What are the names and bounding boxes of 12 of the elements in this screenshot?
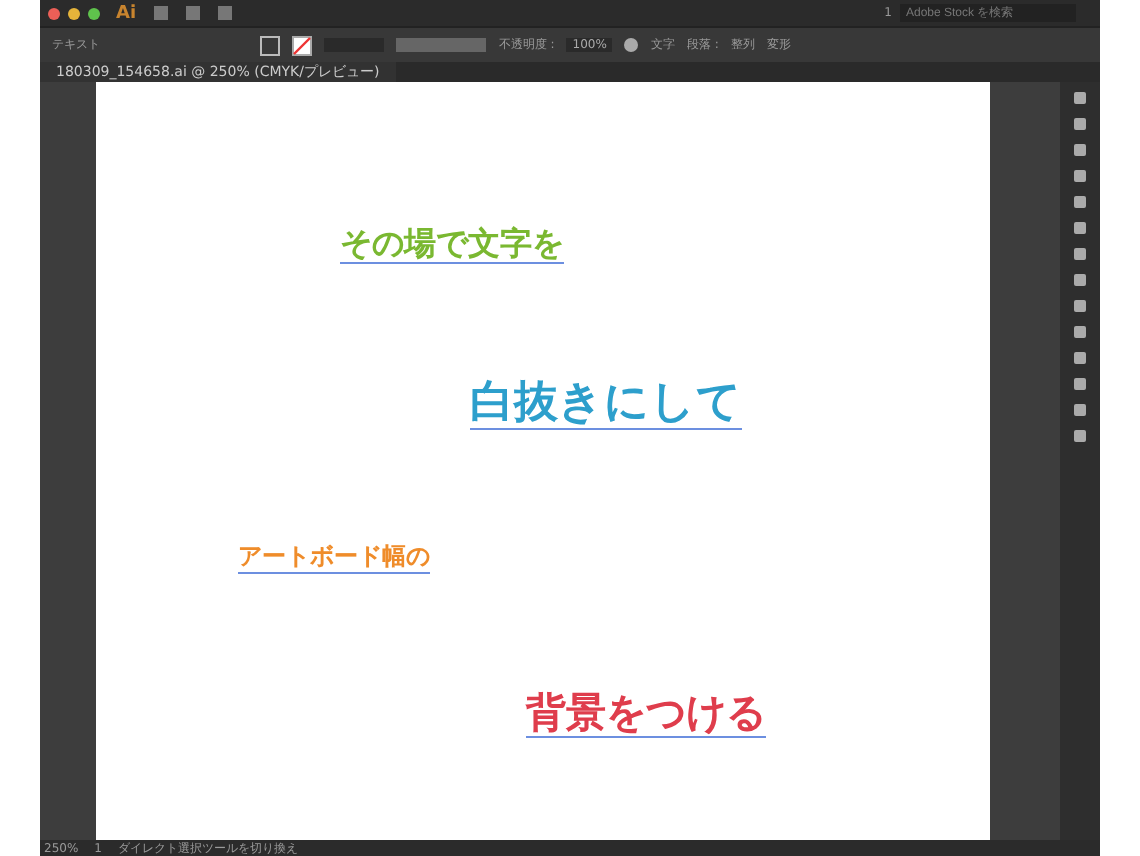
no-stroke-swatch-icon[interactable] (292, 35, 313, 55)
zoom-button[interactable] (88, 7, 100, 19)
minimize-button[interactable] (68, 7, 80, 19)
close-button[interactable] (48, 7, 60, 19)
fill-swatch[interactable] (260, 35, 281, 55)
text-object[interactable]: アートボード幅の (238, 544, 430, 574)
text-object[interactable]: 背景をつける (526, 690, 766, 738)
recolor-icon[interactable] (624, 38, 639, 52)
style-field[interactable] (396, 38, 487, 52)
text-object[interactable]: 白抜きにして (470, 378, 742, 431)
text-object[interactable]: その場で文字を (340, 226, 564, 265)
app-logo: Ai (116, 3, 137, 23)
